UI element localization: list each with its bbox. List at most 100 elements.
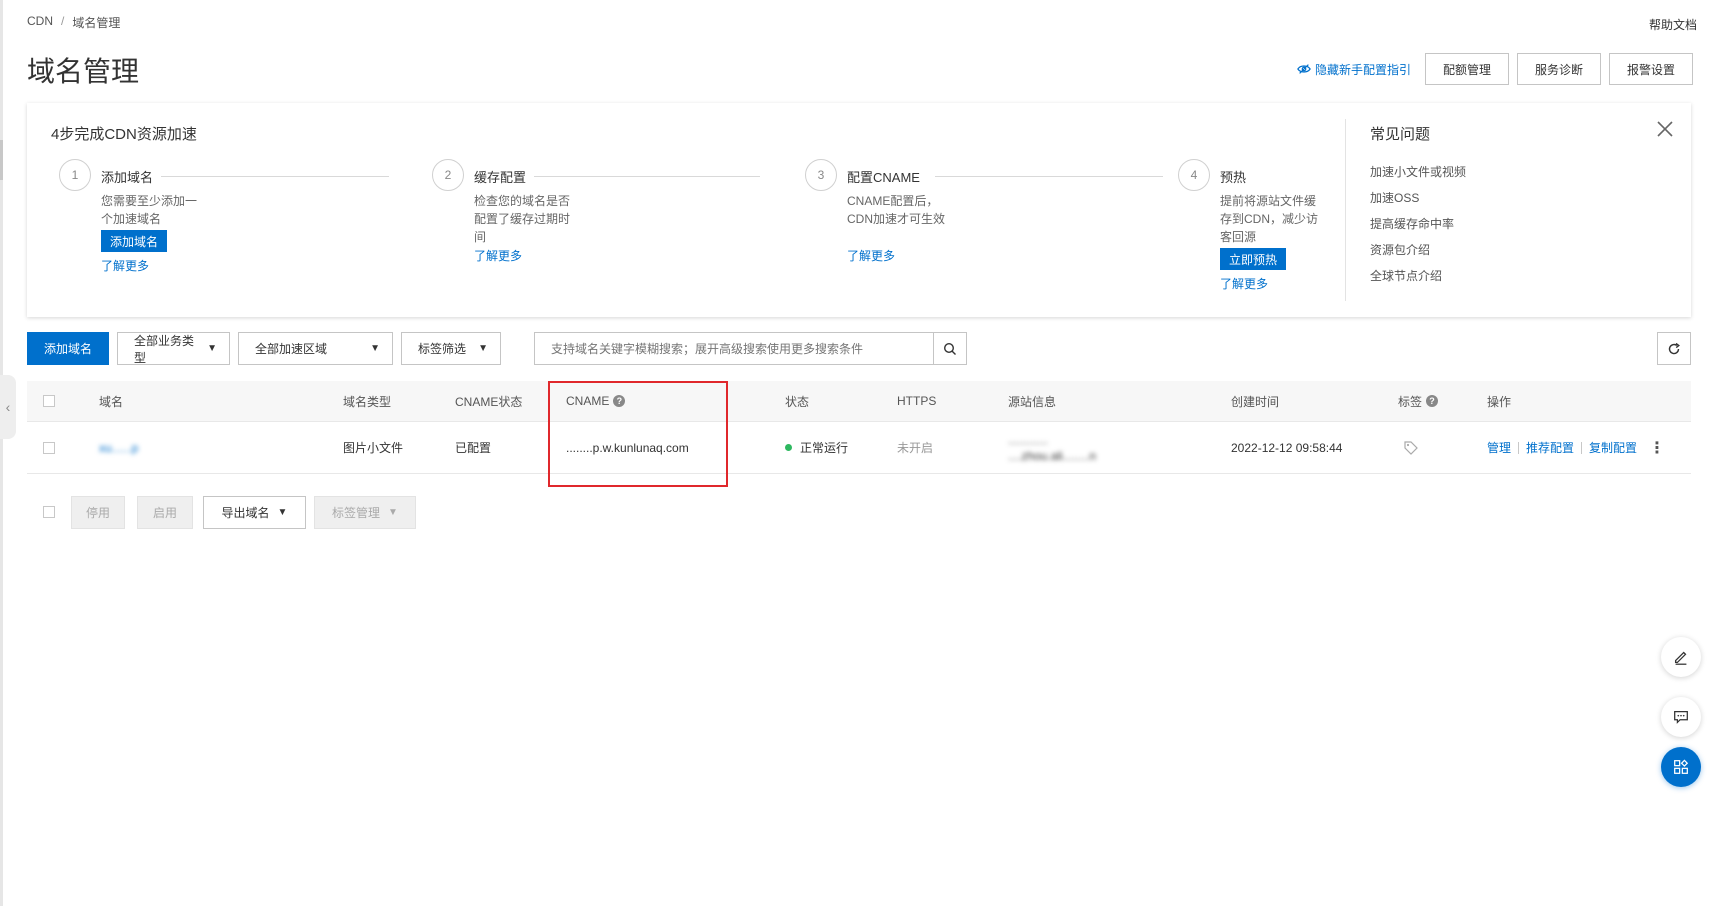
disable-button[interactable]: 停用	[71, 496, 125, 529]
sidebar-expand-toggle[interactable]: ‹	[0, 375, 16, 439]
faq-item[interactable]: 资源包介绍	[1370, 241, 1466, 267]
feedback-edit-button[interactable]	[1661, 637, 1701, 677]
faq-list: 加速小文件或视频 加速OSS 提高缓存命中率 资源包介绍 全球节点介绍	[1370, 163, 1466, 293]
step-number: 2	[432, 159, 464, 191]
copy-config-link[interactable]: 复制配置	[1589, 439, 1637, 456]
header-tags-label: 标签	[1398, 394, 1423, 409]
domain-link[interactable]: xu......p	[99, 441, 138, 455]
tag-icon[interactable]	[1403, 440, 1419, 456]
quota-management-button[interactable]: 配额管理	[1424, 53, 1509, 85]
select-all-checkbox[interactable]	[43, 395, 55, 407]
apps-menu-button[interactable]	[1661, 747, 1701, 787]
more-actions-icon[interactable]: ⋮	[1649, 438, 1665, 458]
hide-guide-link[interactable]: 隐藏新手配置指引	[1297, 61, 1411, 78]
step-connector	[534, 176, 760, 177]
recommend-config-link[interactable]: 推荐配置	[1526, 439, 1574, 456]
https-cell: 未开启	[897, 441, 934, 455]
region-value: 全部加速区域	[255, 342, 328, 356]
edit-icon	[1674, 651, 1687, 665]
export-domain-button[interactable]: 导出域名 ▼	[203, 496, 306, 529]
breadcrumb-root[interactable]: CDN	[27, 14, 53, 31]
header-origin: 源站信息	[1008, 394, 1057, 409]
step-name: 配置CNAME	[847, 170, 920, 185]
guide-divider	[1345, 119, 1346, 301]
manage-link[interactable]: 管理	[1487, 439, 1511, 456]
chat-icon	[1674, 710, 1688, 724]
learn-more-link[interactable]: 了解更多	[1220, 275, 1268, 292]
header-actions: 隐藏新手配置指引 配额管理 服务诊断 报警设置	[1297, 53, 1693, 85]
bulk-select-checkbox[interactable]	[43, 506, 55, 518]
step-connector	[935, 176, 1163, 177]
breadcrumb: CDN / 域名管理	[27, 14, 120, 31]
business-type-value: 全部业务类型	[134, 333, 195, 365]
help-doc-link[interactable]: 帮助文档	[1649, 16, 1697, 33]
learn-more-link[interactable]: 了解更多	[847, 247, 895, 264]
eye-hidden-icon	[1297, 64, 1311, 74]
header-created: 创建时间	[1231, 394, 1280, 409]
tags-cell	[1403, 422, 1419, 473]
page-title: 域名管理	[27, 56, 140, 87]
service-diagnose-button[interactable]: 服务诊断	[1516, 53, 1601, 85]
step-description: 您需要至少添加一个加速域名	[101, 194, 198, 226]
search-icon	[943, 342, 956, 355]
step-connector	[161, 176, 389, 177]
step-number: 1	[59, 159, 91, 191]
step-name: 添加域名	[101, 170, 154, 185]
step-number: 3	[805, 159, 837, 191]
status-dot	[785, 444, 792, 451]
ops-divider	[1581, 441, 1583, 454]
status-text: 正常运行	[800, 441, 849, 455]
search-button[interactable]	[933, 332, 967, 365]
chevron-down-icon: ▼	[370, 343, 380, 354]
table-row: xu......p 图片小文件 已配置 ........p.w.kunlunaq…	[27, 422, 1691, 474]
tag-management-button[interactable]: 标签管理 ▼	[314, 496, 416, 529]
add-domain-guide-button[interactable]: 添加域名	[101, 230, 168, 252]
preheat-now-button[interactable]: 立即预热	[1220, 248, 1287, 270]
origin-line-2: ....zhou.ali........n	[1008, 448, 1097, 463]
faq-item[interactable]: 加速小文件或视频	[1370, 163, 1466, 189]
guide-title: 4步完成CDN资源加速	[51, 126, 197, 143]
domain-toolbar: 添加域名 全部业务类型 ▼ 全部加速区域 ▼ 标签筛选 ▼	[27, 332, 1691, 365]
select-all-cell	[43, 381, 55, 421]
domain-search-input[interactable]	[534, 332, 934, 365]
header-cname: CNAME ?	[566, 381, 626, 421]
help-icon[interactable]: ?	[1426, 395, 1439, 407]
tag-management-label: 标签管理	[332, 506, 381, 520]
alert-settings-button[interactable]: 报警设置	[1608, 53, 1693, 85]
business-type-select[interactable]: 全部业务类型 ▼	[117, 332, 230, 365]
chevron-down-icon: ▼	[388, 507, 398, 518]
faq-item[interactable]: 提高缓存命中率	[1370, 215, 1466, 241]
hide-guide-label: 隐藏新手配置指引	[1314, 62, 1411, 77]
refresh-button[interactable]	[1657, 332, 1691, 365]
row-checkbox[interactable]	[43, 441, 55, 454]
step-name: 预热	[1220, 170, 1247, 185]
faq-item[interactable]: 加速OSS	[1370, 189, 1466, 215]
add-domain-button[interactable]: 添加域名	[27, 332, 109, 365]
chevron-down-icon: ▼	[277, 507, 288, 518]
faq-item[interactable]: 全球节点介绍	[1370, 267, 1466, 293]
header-ops: 操作	[1487, 394, 1512, 409]
header-type: 域名类型	[343, 394, 392, 409]
chat-button[interactable]	[1661, 697, 1701, 737]
close-icon[interactable]	[1653, 117, 1677, 141]
left-edge-bar	[0, 0, 3, 906]
chevron-down-icon: ▼	[207, 343, 217, 354]
enable-button[interactable]: 启用	[137, 496, 193, 529]
step-description: 提前将源站文件缓存到CDN，减少访客回源	[1220, 194, 1318, 244]
domain-type-cell: 图片小文件	[343, 441, 404, 455]
breadcrumb-current: 域名管理	[72, 16, 121, 30]
apps-icon	[1674, 759, 1689, 774]
learn-more-link[interactable]: 了解更多	[101, 257, 149, 274]
status-cell: 正常运行	[785, 422, 848, 473]
tag-filter-select[interactable]: 标签筛选 ▼	[401, 332, 501, 365]
header-tags: 标签 ?	[1398, 381, 1439, 421]
learn-more-link[interactable]: 了解更多	[474, 247, 522, 264]
row-select-cell	[43, 422, 55, 473]
created-time-cell: 2022-12-12 09:58:44	[1231, 440, 1343, 455]
tag-filter-value: 标签筛选	[418, 342, 467, 356]
domain-table: 域名 域名类型 CNAME状态 CNAME ? 状态 HTTPS 源站信息 创建…	[27, 381, 1691, 474]
step-description: 检查您的域名是否配置了缓存过期时间	[474, 194, 571, 244]
header-domain: 域名	[99, 394, 124, 409]
region-select[interactable]: 全部加速区域 ▼	[238, 332, 393, 365]
help-icon[interactable]: ?	[613, 395, 626, 407]
